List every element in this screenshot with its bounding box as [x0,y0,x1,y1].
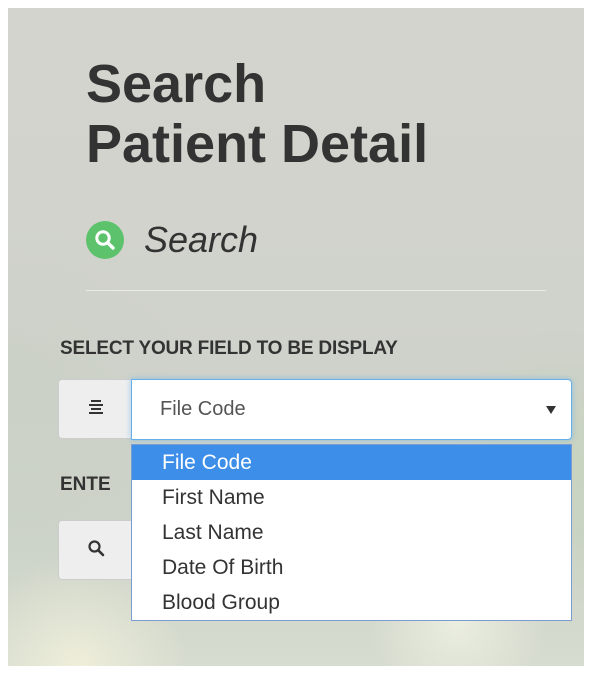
select-addon [58,379,132,439]
dropdown-option-date-of-birth[interactable]: Date Of Birth [132,550,571,585]
search-icon [86,221,124,259]
field-select[interactable]: File Code [131,379,572,440]
dropdown-option-file-code[interactable]: File Code [132,445,571,480]
search-addon [58,520,132,580]
dropdown-option-blood-group[interactable]: Blood Group [132,585,571,620]
page-title: Search Patient Detail [86,54,428,174]
list-icon [87,398,105,421]
field-select-value: File Code [160,398,246,420]
dropdown-option-last-name[interactable]: Last Name [132,515,571,550]
field-select-dropdown: File Code First Name Last Name Date Of B… [131,444,572,621]
divider [86,290,546,291]
enter-field-label: ENTE [60,474,111,495]
page-subtitle: Search [144,219,259,260]
search-panel: Search Patient Detail Search SELECT YOUR… [8,8,584,666]
select-field-label: SELECT YOUR FIELD TO BE DISPLAY [60,338,398,359]
search-icon [87,539,105,562]
page-title-line2: Patient Detail [86,114,429,174]
dropdown-option-first-name[interactable]: First Name [132,480,571,515]
caret-down-icon[interactable] [545,402,557,420]
subtitle-row: Search [86,219,259,260]
page-title-line1: Search [86,54,267,114]
